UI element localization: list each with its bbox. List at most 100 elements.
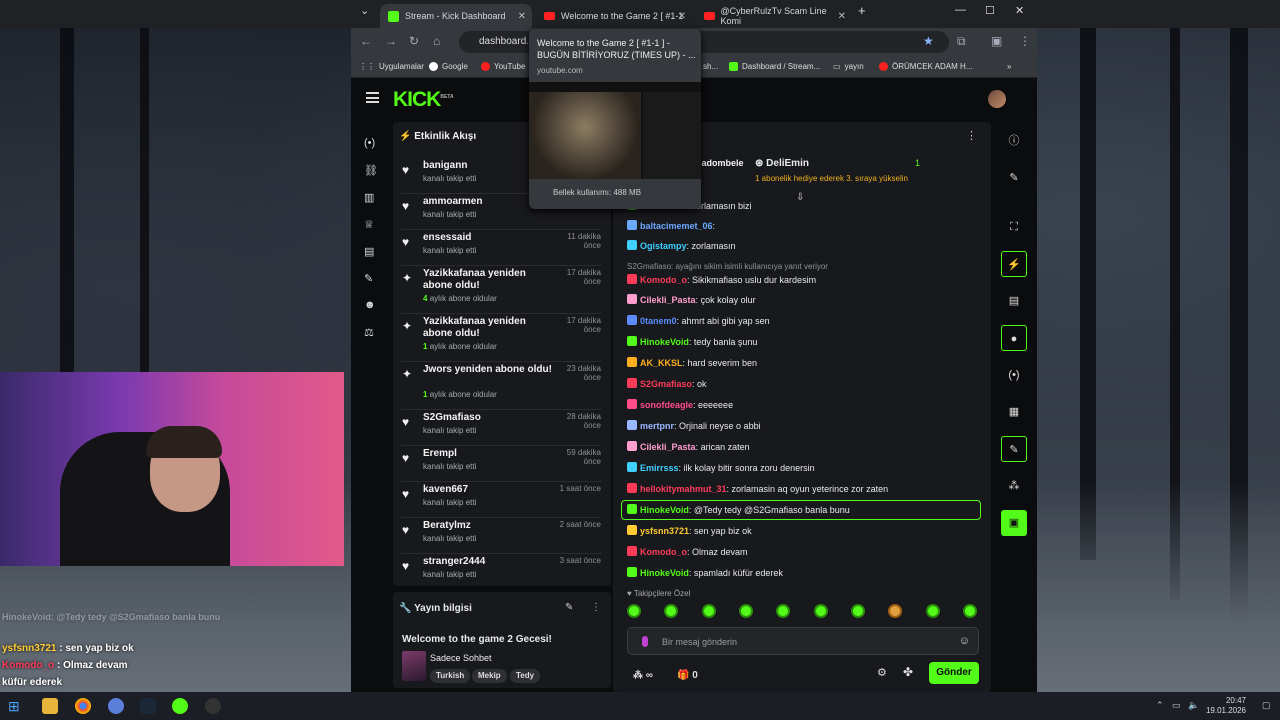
emote-icon[interactable]	[738, 604, 753, 618]
apps-icon[interactable]: ⁂	[1001, 473, 1027, 499]
chat-puzzle-icon[interactable]: ✤	[903, 665, 913, 679]
chat-username[interactable]: Komodo_o	[640, 275, 687, 285]
emote-icon[interactable]	[627, 604, 641, 618]
chat-message[interactable]: baltacimemet_06:	[627, 220, 715, 231]
close-window-icon[interactable]: ✕	[1015, 4, 1024, 17]
new-tab-button[interactable]: +	[858, 3, 866, 18]
chat-username[interactable]: sonofdeagle	[640, 400, 693, 410]
chat-message[interactable]: Ogistampy: zorlamasın	[627, 240, 736, 251]
analytics-icon[interactable]: ▥	[364, 191, 374, 204]
chat-message[interactable]: S2Gmafiaso: ok	[627, 378, 707, 389]
chat-message[interactable]: Cilekli_Pasta: arican zaten	[627, 441, 750, 452]
emote-icon[interactable]	[925, 604, 940, 618]
chat-username[interactable]: Komodo_o	[640, 547, 687, 557]
tab-youtube-scam[interactable]: @CyberRulzTv Scam Line Komi ✕	[696, 4, 852, 28]
emote-icon[interactable]	[813, 604, 828, 618]
chat-username[interactable]: baltacimemet_06	[640, 221, 713, 231]
feed-item[interactable]: ♥ Erempl kanalı takip etti 59 dakika önce	[401, 448, 601, 482]
hamburger-menu-icon[interactable]	[366, 92, 379, 103]
video-icon[interactable]: ▤	[364, 245, 374, 258]
gift-counter[interactable]: 🎁 0	[677, 670, 698, 681]
broadcast-icon[interactable]: (•)	[364, 137, 375, 149]
emote-icon[interactable]	[664, 604, 679, 618]
tag-chip[interactable]: Mekip	[472, 669, 507, 683]
bookmark-star-icon[interactable]: ★	[923, 34, 934, 48]
fullscreen-icon[interactable]: ⛶	[1001, 214, 1027, 240]
send-button[interactable]: Gönder	[929, 662, 979, 684]
feed-item[interactable]: ♥ Beratylmz kanalı takip etti 2 saat önce	[401, 520, 601, 554]
chat-username[interactable]: Emirrsss	[640, 463, 679, 473]
chat-username[interactable]: 0tanem0	[640, 316, 677, 326]
feed-item[interactable]: ♥ ensessaid kanalı takip etti 11 dakika önc…	[401, 232, 601, 266]
chat-message[interactable]: 0tanem0: ahmrt abi gibi yap sen	[627, 315, 770, 326]
close-tab-icon[interactable]: ✕	[838, 11, 846, 22]
chat-message[interactable]: hellokitymahmut_31: zorlamasin aq oyun y…	[627, 483, 888, 494]
tab-youtube-welcome[interactable]: Welcome to the Game 2 [ #1-1 ✕	[536, 4, 692, 28]
chat-username[interactable]: HinokeVoid	[640, 505, 689, 515]
scroll-down-icon[interactable]: ⇩	[796, 192, 804, 203]
chat-username[interactable]: hellokitymahmut_31	[640, 484, 727, 494]
app-icon[interactable]	[108, 698, 124, 714]
emoji-picker-icon[interactable]: ☺	[959, 635, 970, 647]
obs-icon[interactable]	[205, 698, 221, 714]
chat-settings-gear-icon[interactable]: ⚙	[877, 666, 887, 679]
bookmark-orumcek[interactable]: ÖRÜMCEK ADAM H...	[879, 62, 972, 71]
back-icon[interactable]: ←	[360, 34, 372, 48]
feed-item[interactable]: ✦ Yazikkafanaa yeniden abone oldu! 4 aylık…	[401, 268, 601, 314]
volume-icon[interactable]: 🔈	[1188, 700, 1199, 711]
bookmark-youtube[interactable]: YouTube	[481, 62, 525, 71]
chat-username[interactable]: HinokeVoid	[640, 337, 689, 347]
system-clock[interactable]: 20:47 19.01.2026	[1206, 696, 1246, 716]
xbox-icon[interactable]	[172, 698, 188, 714]
chat-message[interactable]: HinokeVoid: tedy banla şunu	[627, 336, 757, 347]
chat-message[interactable]: mertpnr: Orjinali neyse o abbi	[627, 420, 761, 431]
chat-message-input[interactable]: Bir mesaj gönderin ☺	[627, 627, 979, 655]
feed-item[interactable]: ♥ stranger2444 kanalı takip etti 3 saat önc…	[401, 556, 601, 584]
microphone-icon[interactable]	[642, 636, 648, 647]
channel-points[interactable]: ⁂ ∞	[633, 670, 653, 681]
profile-icon[interactable]: ▣	[991, 34, 1002, 48]
chat-message[interactable]: HinokeVoid: @Tedy tedy @S2Gmafiaso banla…	[627, 504, 850, 515]
bookmark-google[interactable]: Google	[429, 62, 468, 71]
forward-icon[interactable]: →	[385, 34, 397, 48]
user-avatar[interactable]	[988, 90, 1006, 108]
bookmark-folder-yayin[interactable]: ▭ yayın	[833, 62, 864, 71]
reload-icon[interactable]: ↻	[409, 34, 419, 48]
kick-logo[interactable]: KICKBETA	[393, 88, 454, 112]
chat-username[interactable]: Ogistampy	[640, 241, 687, 251]
emote-icon[interactable]	[888, 604, 903, 618]
feed-item[interactable]: ✦ Yazikkafanaa yeniden abone oldu! 1 aylık…	[401, 316, 601, 362]
bookmark-apps[interactable]: ⋮⋮ Uygulamalar	[359, 62, 424, 71]
users-icon[interactable]: ☻	[364, 299, 376, 311]
emote-icon[interactable]	[701, 604, 716, 618]
stream-category[interactable]: Sadece Sohbet	[430, 653, 492, 663]
bookmark-sh[interactable]: sh...	[703, 62, 718, 71]
layout-icon[interactable]: ▦	[1001, 399, 1027, 425]
lightning-icon[interactable]: ⚡	[1001, 251, 1027, 277]
chat-message[interactable]: AK_KKSL: hard severim ben	[627, 357, 757, 368]
emote-icon[interactable]	[962, 604, 977, 618]
network-icon[interactable]: ▭	[1172, 700, 1181, 711]
chrome-icon[interactable]	[75, 698, 91, 714]
feed-item[interactable]: ✦ Jwors yeniden abone oldu! 1 aylık abone …	[401, 364, 601, 410]
chat-message[interactable]: Emirrsss: ilk kolay bitir sonra zoru den…	[627, 462, 815, 473]
notes-icon[interactable]: ▤	[1001, 288, 1027, 314]
notifications-icon[interactable]: ▢	[1262, 700, 1271, 711]
chat-message[interactable]: Cilekli_Pasta: çok kolay olur	[627, 294, 756, 305]
link-icon[interactable]: ⛓	[364, 164, 378, 177]
tools-wrench-icon[interactable]: ✎	[1001, 436, 1027, 462]
more-options-icon[interactable]: ⋮	[591, 602, 601, 613]
moderation-icon[interactable]: ⚖	[364, 326, 374, 339]
steam-icon[interactable]	[140, 698, 156, 714]
start-icon[interactable]: ⊞	[8, 698, 24, 714]
more-bookmarks-icon[interactable]: »	[1007, 62, 1011, 71]
bookmark-dashboard[interactable]: Dashboard / Stream...	[729, 62, 820, 71]
emote-icon[interactable]	[776, 604, 791, 618]
chat-username[interactable]: S2Gmafiaso	[640, 379, 692, 389]
chat-message[interactable]: sonofdeagle: eeeeeee	[627, 399, 733, 410]
chat-message[interactable]: ysfsnn3721: sen yap biz ok	[627, 525, 752, 536]
home-icon[interactable]: ⌂	[433, 34, 440, 48]
feed-item[interactable]: ♥ S2Gmafiaso kanalı takip etti 28 dakika ön…	[401, 412, 601, 446]
extensions-icon[interactable]: ⧉	[957, 34, 966, 49]
tag-chip[interactable]: Turkish	[430, 669, 471, 683]
